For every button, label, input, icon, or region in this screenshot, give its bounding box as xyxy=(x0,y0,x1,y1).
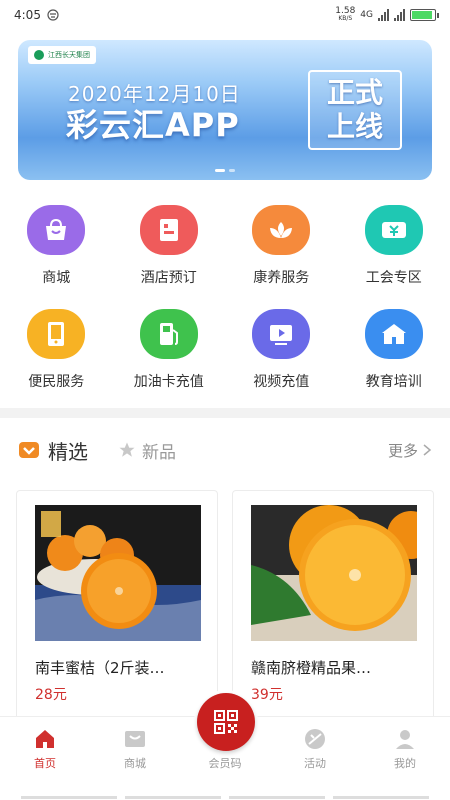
featured-header: 精选 新品 更多 xyxy=(18,432,432,468)
nav-label: 会员码 xyxy=(208,757,242,770)
nav-label: 商城 xyxy=(124,757,146,770)
banner-title: 彩云汇APP xyxy=(66,106,240,144)
chevron-right-icon xyxy=(423,444,432,456)
pager-dot xyxy=(229,169,235,172)
nav-shop[interactable]: 商城 xyxy=(90,727,180,771)
shop-icon xyxy=(125,731,145,747)
more-label: 更多 xyxy=(387,441,418,460)
banner-logo: 江西长天集团 xyxy=(28,46,96,64)
banner-badge-line1: 正式 xyxy=(326,76,383,109)
nav-activity[interactable]: 活动 xyxy=(270,727,360,771)
home-icon xyxy=(36,730,54,748)
category-video[interactable]: 视频充值 xyxy=(225,309,338,391)
more-link[interactable]: 更多 xyxy=(388,440,432,461)
product-price: 39元 xyxy=(251,687,283,703)
product-price: 28元 xyxy=(35,687,67,703)
category-label: 教育培训 xyxy=(365,374,422,390)
qr-code-icon xyxy=(214,710,238,734)
star-icon xyxy=(119,442,135,457)
profile-icon xyxy=(396,730,414,749)
tablet-icon xyxy=(27,309,86,359)
category-grid: 商城 酒店预订 康养服务 工会专区 便民服务 加油卡充值 视频充值 教育培训 xyxy=(0,205,450,391)
tab-new-label: 新品 xyxy=(142,442,176,463)
school-icon xyxy=(364,309,423,359)
gesture-bar xyxy=(0,796,450,800)
video-play-icon xyxy=(252,309,311,359)
category-label: 商城 xyxy=(42,270,71,286)
category-label: 加油卡充值 xyxy=(133,374,204,390)
nav-label: 活动 xyxy=(304,757,326,770)
shop-bag-icon xyxy=(27,205,86,255)
product-name: 赣南脐橙精品果… xyxy=(251,659,372,677)
banner-badge: 正式 上线 xyxy=(308,70,402,150)
lotus-icon xyxy=(252,205,311,255)
nav-label: 首页 xyxy=(34,757,56,770)
category-label: 酒店预订 xyxy=(140,270,197,286)
category-label: 便民服务 xyxy=(28,374,85,390)
banner-logo-text: 江西长天集团 xyxy=(48,51,90,59)
status-time: 4:05 xyxy=(14,8,41,22)
activity-icon xyxy=(305,729,325,749)
signal-icon-2 xyxy=(394,9,405,21)
section-divider xyxy=(0,408,450,418)
category-label: 康养服务 xyxy=(253,270,310,286)
featured-heart-icon xyxy=(19,442,39,458)
net-type: 4G xyxy=(360,10,373,20)
product-card[interactable]: 赣南脐橙精品果… 39元 xyxy=(232,490,434,730)
banner-badge-line2: 上线 xyxy=(326,110,383,143)
fuel-pump-icon xyxy=(139,309,198,359)
category-wellness[interactable]: 康养服务 xyxy=(225,205,338,287)
tab-new[interactable]: 新品 xyxy=(118,438,176,463)
hotel-icon xyxy=(139,205,198,255)
notification-icon xyxy=(47,9,59,21)
product-name: 南丰蜜桔（2斤装… xyxy=(35,659,165,677)
signal-icon xyxy=(378,9,389,21)
pager-dot-active xyxy=(215,169,225,172)
banner-pager xyxy=(215,169,235,172)
net-speed-unit: KB/S xyxy=(338,15,353,22)
nav-profile[interactable]: 我的 xyxy=(360,727,450,771)
category-convenience[interactable]: 便民服务 xyxy=(0,309,113,391)
promo-banner[interactable]: 江西长天集团 2020年12月10日 彩云汇APP 正式 上线 xyxy=(18,40,432,180)
product-image-tangerine xyxy=(35,505,201,641)
ticket-icon xyxy=(364,205,423,255)
category-label: 视频充值 xyxy=(253,374,310,390)
tab-featured[interactable]: 精选 xyxy=(48,436,88,465)
category-education[interactable]: 教育培训 xyxy=(338,309,450,391)
category-hotel[interactable]: 酒店预订 xyxy=(113,205,226,287)
member-qr-button[interactable] xyxy=(194,690,258,754)
group-logo-icon xyxy=(34,50,44,60)
product-card[interactable]: 南丰蜜桔（2斤装… 28元 xyxy=(16,490,218,730)
battery-icon xyxy=(410,9,439,21)
category-shop[interactable]: 商城 xyxy=(0,205,113,287)
net-speed: 1.58 xyxy=(335,6,356,16)
status-bar: 4:05 1.58 KB/S 4G xyxy=(0,0,450,30)
product-image-navel-orange xyxy=(251,505,417,641)
category-union[interactable]: 工会专区 xyxy=(338,205,450,287)
nav-home[interactable]: 首页 xyxy=(0,727,90,771)
category-fuel-card[interactable]: 加油卡充值 xyxy=(113,309,226,391)
nav-label: 我的 xyxy=(394,757,416,770)
category-label: 工会专区 xyxy=(365,270,422,286)
